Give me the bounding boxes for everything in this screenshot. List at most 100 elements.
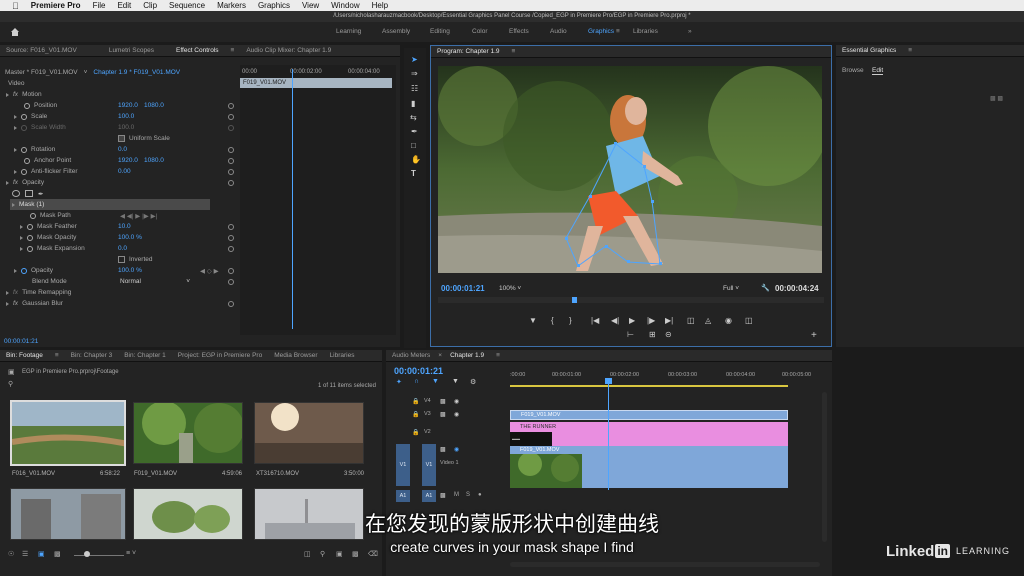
timeline-clip-v3[interactable]: F019_V01.MOV [510,410,788,420]
track-a1-label[interactable]: A1 [422,490,436,502]
master-clip-label[interactable]: Master * F019_V01.MOV [5,69,78,76]
type-tool-icon[interactable]: T [411,170,416,178]
lock-icon[interactable]: 🔒 [412,398,419,405]
safe-margins-icon[interactable]: ⊢ [627,330,634,339]
workspace-editing[interactable]: Editing [430,28,450,35]
zoom-slider[interactable] [74,555,124,556]
play-icon[interactable]: ▶ [629,316,635,325]
menu-clip[interactable]: Clip [143,1,157,10]
rectangle-tool-icon[interactable]: □ [411,142,416,150]
gaussian-blur-label[interactable]: Gaussian Blur [22,300,63,307]
timeline-playhead[interactable] [608,380,609,490]
mark-in-icon[interactable]: { [551,316,554,325]
work-area-bar[interactable] [510,385,788,387]
reset-icon[interactable] [228,245,234,252]
tab-menu-icon[interactable]: ≡ [490,352,506,359]
inverted-checkbox[interactable] [118,256,125,263]
reset-icon[interactable] [228,157,234,164]
mask-name[interactable]: Mask (1) [19,201,44,208]
menu-edit[interactable]: Edit [117,1,131,10]
antiflicker-value[interactable]: 0.00 [118,168,131,175]
workspace-effects[interactable]: Effects [509,28,529,35]
scale-value[interactable]: 100.0 [118,113,134,120]
rectangle-mask-icon[interactable] [25,190,33,197]
bin-search-icon[interactable]: ⚲ [8,380,13,388]
program-scrubber[interactable] [438,297,824,303]
anchor-y[interactable]: 1080.0 [144,157,164,164]
track-v1-label[interactable]: V1 [422,444,436,486]
wrench-icon[interactable]: 🔧 [761,284,770,292]
stopwatch-icon[interactable] [21,267,27,274]
timeline-scrollbar[interactable] [510,562,820,567]
menu-help[interactable]: Help [372,1,388,10]
stopwatch-icon[interactable] [30,212,36,219]
bin-thumb-2[interactable] [133,402,243,464]
program-tab[interactable]: Program: Chapter 1.9 [431,48,506,55]
reset-icon[interactable] [228,113,234,120]
menu-graphics[interactable]: Graphics [258,1,290,10]
lock-icon[interactable]: 🔒 [412,411,419,418]
workspace-assembly[interactable]: Assembly [382,28,410,35]
tab-audio-clip-mixer[interactable]: Audio Clip Mixer: Chapter 1.9 [240,47,337,54]
tab-bin-chapter-3[interactable]: Bin: Chapter 3 [65,352,119,359]
stopwatch-icon[interactable] [27,234,33,241]
pen-mask-icon[interactable]: ✒ [38,190,43,198]
apple-icon[interactable]:  [12,1,19,11]
comparison-view-icon[interactable]: ◫ [745,316,753,325]
sync-lock-icon[interactable]: ▩ [440,492,446,499]
sync-lock-icon[interactable]: ▩ [440,411,446,418]
sync-lock-icon[interactable]: ▩ [440,398,446,405]
solo-icon[interactable]: S [466,492,470,498]
vr-icon[interactable]: ⊝ [665,330,672,339]
timeline-playhead-handle[interactable] [605,378,612,384]
anchor-x[interactable]: 1920.0 [118,157,138,164]
stopwatch-icon[interactable] [27,245,33,252]
mute-icon[interactable]: M [454,492,459,498]
step-forward-icon[interactable]: |▶ [647,316,655,325]
go-to-in-icon[interactable]: |◀ [591,316,599,325]
motion-label[interactable]: Motion [22,91,42,98]
workspace-audio[interactable]: Audio [550,28,567,35]
tab-menu-icon[interactable]: ≡ [506,48,522,55]
opacity-section-label[interactable]: Opacity [22,179,44,186]
effect-mini-timeline[interactable]: 00:00 00:00:02:00 00:00:04:00 F019_V01.M… [240,65,396,335]
position-y[interactable]: 1080.0 [144,102,164,109]
timeline-clip-runner-body[interactable]: ▬▬ [510,432,788,446]
reset-icon[interactable] [228,267,234,274]
menu-sequence[interactable]: Sequence [169,1,205,10]
track-select-icon[interactable]: ⇒ [411,70,418,78]
tab-sequence[interactable]: Chapter 1.9 [444,352,490,359]
video-frame[interactable] [438,66,822,273]
workspace-color[interactable]: Color [472,28,488,35]
ellipse-mask-icon[interactable] [12,190,20,197]
tab-lumetri-scopes[interactable]: Lumetri Scopes [103,47,160,54]
reset-icon[interactable] [228,102,234,109]
reset-icon[interactable] [228,223,234,230]
slip-icon[interactable]: ⇆ [410,114,417,122]
eye-icon[interactable]: ◉ [454,411,459,418]
mask-feather-value[interactable]: 10.0 [118,223,131,230]
tab-libraries[interactable]: Libraries [324,352,361,359]
zoom-select[interactable]: 100% ˅ [499,285,521,292]
position-x[interactable]: 1920.0 [118,102,138,109]
reset-icon[interactable] [228,278,234,285]
workspace-libraries[interactable]: Libraries [633,28,658,35]
ripple-edit-icon[interactable]: ☷ [411,85,418,93]
tab-menu-icon[interactable]: ≡ [225,47,241,54]
insert-icon[interactable]: ◫ [687,316,695,325]
menu-file[interactable]: File [93,1,106,10]
eye-icon[interactable]: ◉ [454,398,459,405]
stopwatch-icon[interactable] [24,157,30,164]
add-button-icon[interactable]: + [811,330,817,341]
mark-out-icon[interactable]: } [569,316,572,325]
tab-project[interactable]: Project: EGP in Premiere Pro [172,352,268,359]
menu-window[interactable]: Window [331,1,359,10]
stopwatch-icon[interactable] [24,102,30,109]
export-frame-icon[interactable]: ◉ [725,316,732,325]
program-timecode[interactable]: 00:00:01:21 [441,284,485,293]
tab-media-browser[interactable]: Media Browser [268,352,323,359]
rotation-value[interactable]: 0.0 [118,146,127,153]
mask-expansion-value[interactable]: 0.0 [118,245,127,252]
settings-wrench-icon[interactable]: ⚙ [470,378,476,386]
mask-track-controls[interactable]: ◀ ◀| ▶ |▶ ▶| [120,212,157,220]
